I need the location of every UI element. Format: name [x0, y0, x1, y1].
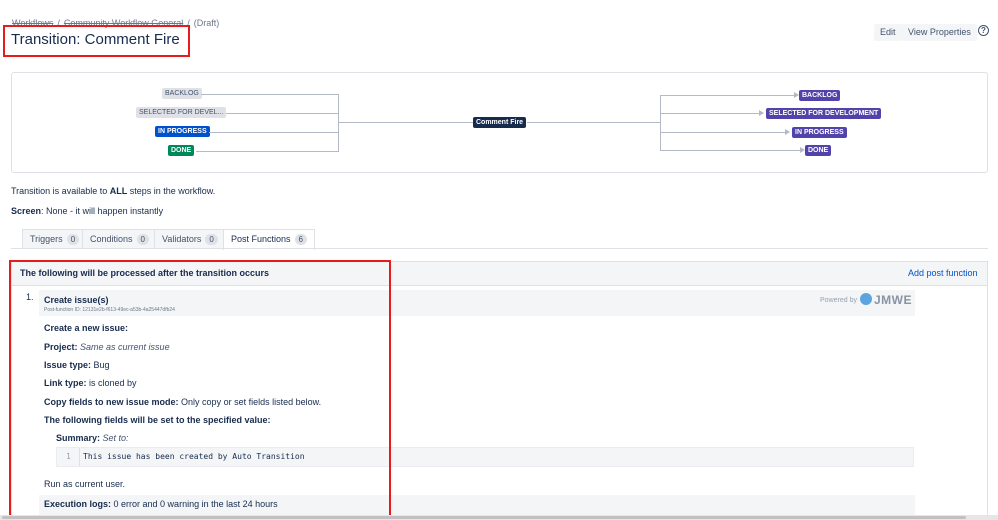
to-status-in-progress: IN PROGRESS [792, 127, 847, 138]
from-status-backlog: BACKLOG [162, 88, 202, 99]
arrow-icon [785, 129, 790, 135]
tab-count-badge: 0 [136, 234, 149, 245]
connector-line [209, 132, 338, 133]
connector-line [201, 94, 338, 95]
powered-by-text: Powered by [820, 297, 857, 304]
tab-divider [11, 248, 988, 249]
from-status-done: DONE [168, 145, 195, 156]
connector-line [660, 132, 786, 133]
connector-line [660, 150, 801, 151]
availability-text: Transition is available to ALL steps in … [11, 186, 216, 196]
to-status-done: DONE [805, 145, 832, 156]
tab-conditions[interactable]: Conditions 0 [82, 229, 157, 249]
tab-triggers[interactable]: Triggers 0 [22, 229, 88, 249]
draft-status: (Draft) [193, 18, 220, 28]
transition-label: Comment Fire [473, 117, 527, 128]
screen-info: Screen: None - it will happen instantly [11, 206, 163, 216]
help-icon[interactable]: ? [978, 25, 989, 36]
connector-line [660, 95, 661, 151]
connector-line [660, 95, 795, 96]
connector-line [660, 113, 760, 114]
jmwe-logo-icon [860, 293, 872, 305]
screen-label: Screen [11, 206, 42, 216]
connector-line [338, 94, 339, 152]
connector-line [196, 151, 338, 152]
add-post-function-link[interactable]: Add post function [908, 268, 978, 278]
screen-value: : None - it will happen instantly [41, 206, 164, 216]
to-status-selected: SELECTED FOR DEVELOPMENT [766, 108, 882, 119]
connector-line [226, 113, 338, 114]
page-title: Transition: Comment Fire [11, 31, 180, 48]
arrow-icon [759, 110, 764, 116]
availability-scope: ALL [109, 186, 128, 196]
tab-count-badge: 0 [66, 234, 80, 245]
tab-count-badge: 6 [294, 234, 307, 245]
scrollbar-thumb[interactable] [2, 516, 966, 519]
tab-post-functions[interactable]: Post Functions 6 [223, 229, 315, 250]
edit-button[interactable]: Edit [874, 24, 902, 41]
from-status-selected: SELECTED FOR DEVEL... [136, 107, 227, 118]
jmwe-brand: JMWE [874, 293, 912, 307]
tab-validators[interactable]: Validators 0 [154, 229, 226, 249]
view-properties-button[interactable]: View Properties [902, 24, 977, 41]
to-status-backlog: BACKLOG [799, 90, 841, 101]
from-status-in-progress: IN PROGRESS [155, 126, 210, 137]
tab-count-badge: 0 [205, 234, 218, 245]
post-function-highlight-box [9, 260, 391, 518]
connector-line [527, 122, 660, 123]
connector-line [338, 122, 473, 123]
